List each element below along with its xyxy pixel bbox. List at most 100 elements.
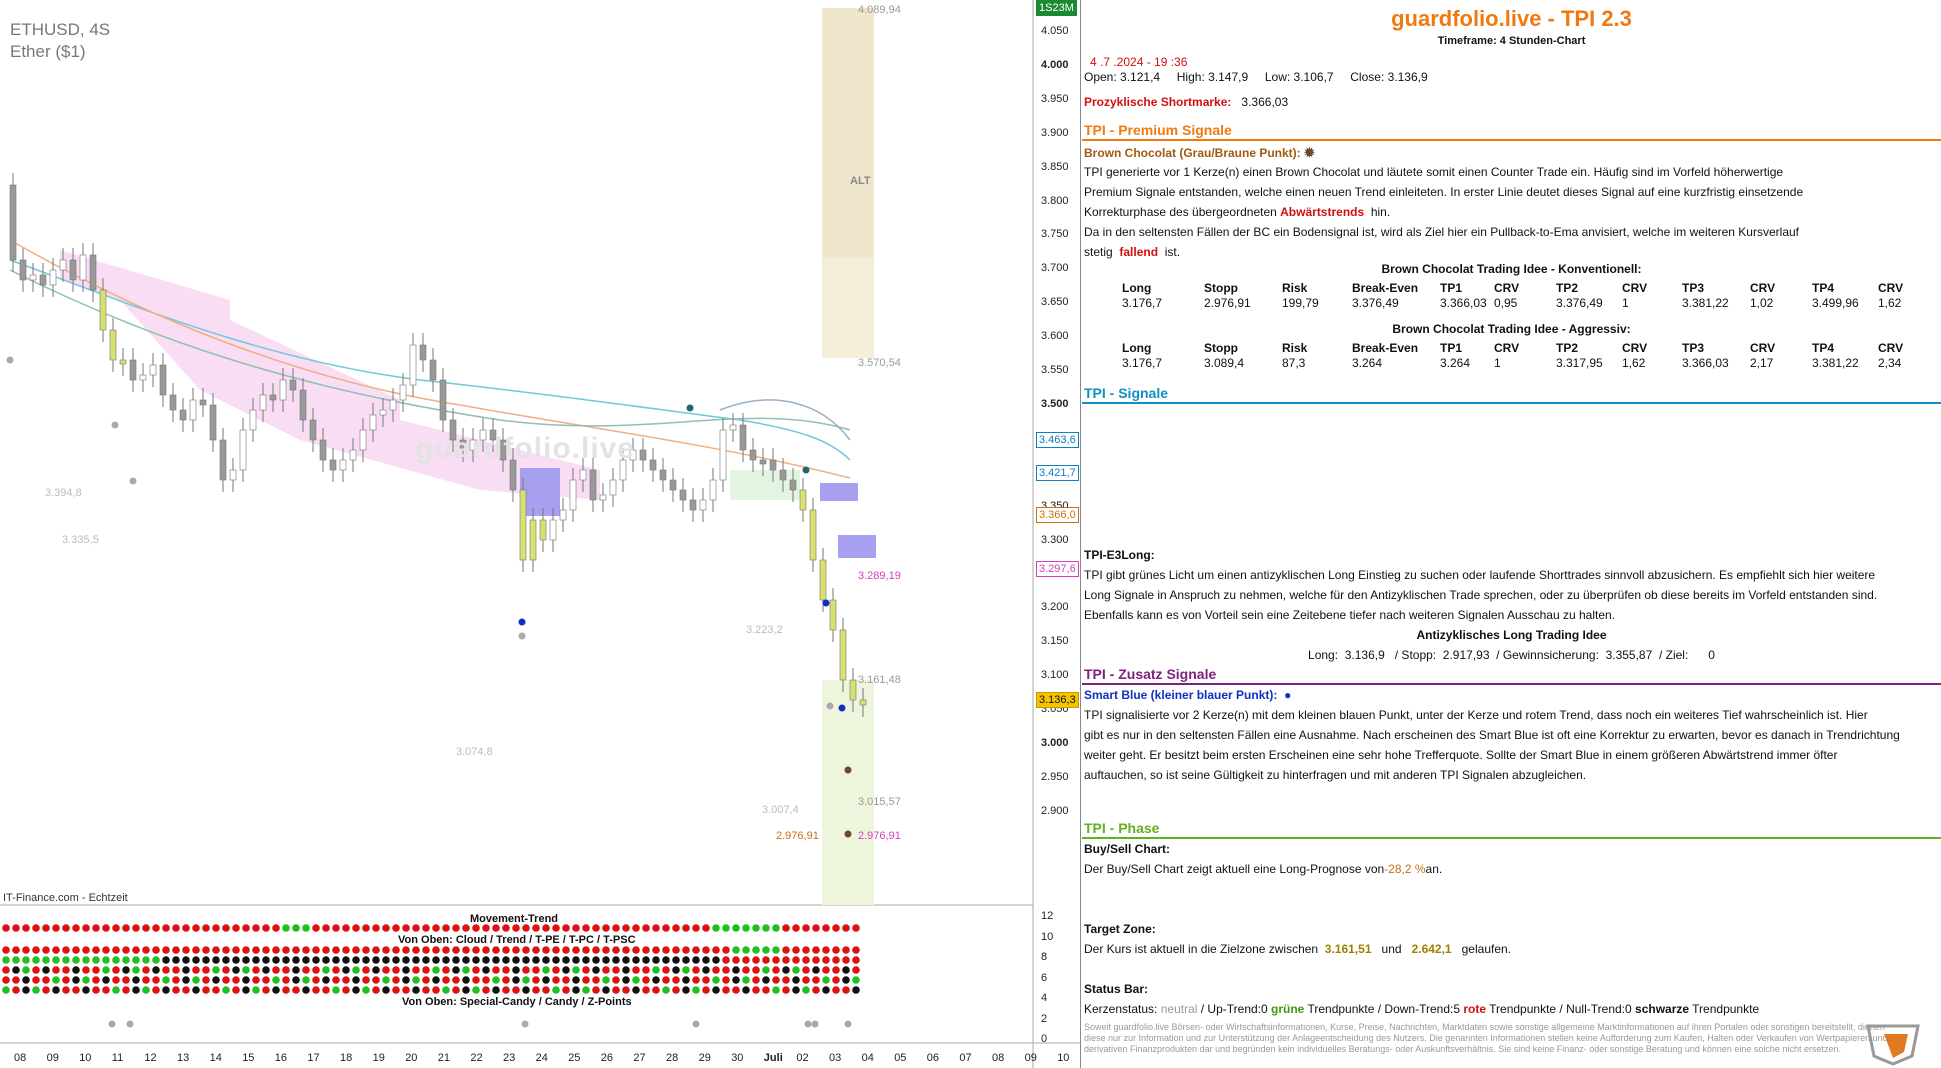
signal-dot [844, 830, 852, 838]
trend-dot [232, 976, 240, 984]
trend-dot [362, 976, 370, 984]
trend-dot [422, 976, 430, 984]
date-tick: 08 [14, 1052, 27, 1064]
trend-dot [702, 946, 710, 954]
trend-dot [762, 966, 770, 974]
table-cell: TP4 [1812, 341, 1835, 355]
trend-dot [442, 924, 450, 932]
date-tick: 18 [340, 1052, 353, 1064]
trend-dot [22, 924, 30, 932]
table-header-row: Long Stopp Risk Break-Even TP1 CRV TP2 CRV TP3 CR… [1082, 341, 1941, 356]
trend-dot [662, 986, 670, 994]
trend-dot [532, 966, 540, 974]
trend-dot [212, 956, 220, 964]
trend-dot [382, 986, 390, 994]
trend-word: Abwärtstrends [1280, 205, 1365, 219]
table-cell: 3.264 [1440, 356, 1471, 370]
trend-dot [182, 924, 190, 932]
table-cell: Risk [1282, 341, 1308, 355]
trend-dot [672, 956, 680, 964]
trend-dot [682, 956, 690, 964]
sb-title-text: Smart Blue (kleiner blauer Punkt): [1084, 688, 1278, 702]
date-tick: 22 [470, 1052, 483, 1064]
trend-dot [582, 966, 590, 974]
trend-dot [252, 976, 260, 984]
signal-dot [838, 704, 846, 712]
chart-panel[interactable]: ETHUSD, 4S Ether ($1) guardfolio.live IT… [0, 0, 1081, 1068]
table-cell: TP3 [1682, 341, 1705, 355]
candle [739, 424, 747, 451]
trend-dot [292, 946, 300, 954]
trend-dot [372, 966, 380, 974]
candle [389, 399, 397, 411]
trend-dot [142, 966, 150, 974]
trend-dot [752, 976, 760, 984]
trend-dot [552, 924, 560, 932]
trend-dot [482, 924, 490, 932]
trend-dot [412, 924, 420, 932]
high-value: 3.147,9 [1208, 70, 1249, 84]
trend-dot [402, 986, 410, 994]
trend-dot [152, 976, 160, 984]
signal-dot [802, 466, 810, 474]
table-cell: CRV [1750, 341, 1776, 355]
trend-dot [772, 946, 780, 954]
trend-dot [122, 946, 130, 954]
candle [119, 359, 127, 365]
trend-dot [92, 956, 100, 964]
trend-dot [42, 956, 50, 964]
trend-dot [522, 976, 530, 984]
trend-dot [842, 966, 850, 974]
bs-text: Der Buy/Sell Chart zeigt aktuell eine Lo… [1084, 862, 1442, 876]
trend-dot [392, 966, 400, 974]
trend-dot [32, 986, 40, 994]
price-chart[interactable] [0, 0, 1080, 1068]
trend-dot [602, 946, 610, 954]
trend-dot [42, 966, 50, 974]
candle [279, 379, 287, 401]
trend-dot [592, 966, 600, 974]
trend-dot [652, 946, 660, 954]
trend-dot [62, 946, 70, 954]
trend-dot [62, 966, 70, 974]
trend-dot [522, 966, 530, 974]
tz-text-part: und [1381, 942, 1402, 956]
trend-dot [242, 966, 250, 974]
trend-dot [672, 924, 680, 932]
trend-dot [152, 956, 160, 964]
trend-dot [302, 976, 310, 984]
trend-dot [52, 976, 60, 984]
trend-dot [202, 966, 210, 974]
trend-dot [422, 956, 430, 964]
trend-dot [22, 966, 30, 974]
e3-text: TPI gibt grünes Licht um einen antizykli… [1084, 568, 1876, 582]
status-green: grüne [1271, 1002, 1305, 1016]
trend-dot [692, 946, 700, 954]
tz-text-part: Der Kurs ist aktuell in die Zielzone zwi… [1084, 942, 1319, 956]
trend-dot [402, 946, 410, 954]
signal-dot [518, 618, 526, 626]
trend-dot [712, 956, 720, 964]
trend-dot [292, 924, 300, 932]
candle [569, 479, 577, 511]
trend-dot [832, 956, 840, 964]
trend-dot [492, 976, 500, 984]
trend-dot [262, 946, 270, 954]
trend-dot [62, 924, 70, 932]
alt-zone [822, 258, 874, 358]
trend-dot [122, 966, 130, 974]
signal-dot [6, 356, 14, 364]
candle [519, 489, 527, 561]
trend-dot [792, 976, 800, 984]
trend-dot [582, 924, 590, 932]
trend-dot [692, 986, 700, 994]
trend-dot [362, 986, 370, 994]
trend-dot [282, 976, 290, 984]
trend-dot [192, 956, 200, 964]
trend-dot [342, 966, 350, 974]
candle [29, 274, 37, 281]
trend-dot [512, 976, 520, 984]
trend-dot [222, 966, 230, 974]
trend-dot [132, 924, 140, 932]
candle [819, 559, 827, 601]
